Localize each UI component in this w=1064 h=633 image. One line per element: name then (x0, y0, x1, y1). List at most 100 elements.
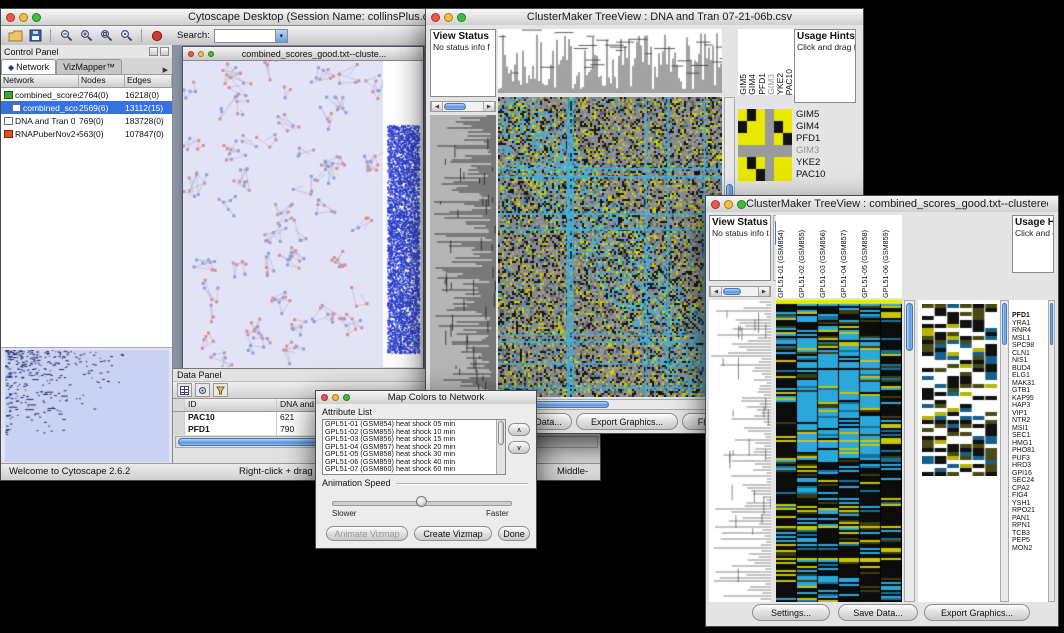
minimize-icon[interactable] (332, 394, 339, 401)
column-edges[interactable]: Edges (125, 75, 172, 87)
scroll-right-icon[interactable]: ▶ (758, 287, 770, 296)
float-panel-icon[interactable] (149, 47, 158, 56)
gene-label[interactable]: GPI16 (1012, 470, 1046, 478)
heatmap-vscrollbar[interactable] (904, 300, 915, 602)
attribute-item[interactable]: GPL51-07 (GSM860) heat shock 60 min (323, 465, 496, 473)
gene-label[interactable]: BUD4 (1012, 365, 1046, 373)
treeview1-titlebar[interactable]: ClusterMaker TreeView : DNA and Tran 07-… (426, 9, 863, 26)
network-view-canvas[interactable] (183, 61, 421, 367)
gene-label[interactable]: MSI1 (1012, 425, 1046, 433)
settings-button[interactable]: Settings... (752, 604, 830, 621)
maximize-icon[interactable] (32, 13, 41, 22)
attribute-list[interactable]: GPL51-01 (GSM854) heat shock 05 minGPL51… (322, 419, 506, 475)
scroll-left-icon[interactable]: ◀ (710, 287, 722, 296)
minimize-icon[interactable] (444, 13, 453, 22)
network-view-titlebar[interactable]: combined_scores_good.txt--cluste... (183, 47, 423, 61)
close-icon[interactable] (711, 200, 720, 209)
network-list-row[interactable]: DNA and Tran 0 769(0) 183728(0) (1, 114, 172, 127)
gene-label[interactable]: TCB3 (1012, 530, 1046, 538)
gene-label[interactable]: PAN1 (1012, 515, 1046, 523)
scrollbar-thumb[interactable] (498, 421, 504, 445)
gene-label[interactable]: PUF3 (1012, 455, 1046, 463)
maximize-icon[interactable] (737, 200, 746, 209)
gene-label[interactable]: HRD3 (1012, 462, 1046, 470)
gene-label[interactable]: MON2 (1012, 545, 1046, 553)
view-status-hscrollbar[interactable]: ◀ ▶ (709, 286, 771, 297)
row-dendrogram[interactable] (430, 115, 496, 397)
save-data-button[interactable]: Save Data... (838, 604, 918, 621)
done-button[interactable]: Done (498, 526, 530, 541)
row-dendrogram[interactable] (709, 300, 771, 602)
gene-label[interactable]: SEC24 (1012, 477, 1046, 485)
gene-label[interactable]: HAP3 (1012, 402, 1046, 410)
export-graphics-button[interactable]: Export Graphics... (924, 604, 1030, 621)
gene-label[interactable]: KAP95 (1012, 395, 1046, 403)
id-column-header[interactable]: ID (185, 399, 277, 411)
correlation-matrix-canvas[interactable] (738, 109, 792, 181)
zoom-in-icon[interactable] (78, 28, 94, 43)
minimize-icon[interactable] (19, 13, 28, 22)
network-overview-thumbnail[interactable] (5, 350, 169, 462)
filter-icon[interactable] (213, 383, 228, 397)
gene-label[interactable]: MAK31 (1012, 380, 1046, 388)
close-icon[interactable] (6, 13, 15, 22)
scroll-left-icon[interactable]: ◀ (431, 102, 443, 111)
column-nodes[interactable]: Nodes (79, 75, 125, 87)
heatmap-canvas[interactable] (776, 300, 902, 602)
gene-label[interactable]: MSL1 (1012, 335, 1046, 343)
function-builder-icon[interactable] (195, 383, 210, 397)
gene-label[interactable]: YRA1 (1012, 320, 1046, 328)
close-panel-icon[interactable] (160, 47, 169, 56)
network-list-row-selected[interactable]: combined_sco 2569(6) 13112(15) (1, 101, 172, 114)
zoom-heatmap-canvas[interactable] (922, 304, 998, 476)
tab-network[interactable]: ◆ Network (1, 59, 56, 74)
tab-vizmapper[interactable]: VizMapper™ (56, 59, 122, 74)
network-list-row[interactable]: RNAPuberNov2+ 563(0) 107847(0) (1, 127, 172, 140)
scroll-right-icon[interactable]: ▶ (483, 102, 495, 111)
open-session-icon[interactable] (7, 28, 23, 43)
scrollbar-thumb[interactable] (723, 288, 741, 295)
annotation-icon[interactable] (149, 28, 165, 43)
zoom-vscrollbar[interactable] (1000, 300, 1009, 602)
column-dendrogram[interactable] (498, 29, 722, 93)
network-list-row[interactable]: combined_scores 2764(0) 16218(0) (1, 88, 172, 101)
column-network[interactable]: Network (1, 75, 79, 87)
gene-label[interactable]: CPA2 (1012, 485, 1046, 493)
scrollbar-track[interactable] (443, 102, 483, 111)
zoom-out-icon[interactable] (58, 28, 74, 43)
zoom-selected-icon[interactable] (118, 28, 134, 43)
gene-label[interactable]: RPN1 (1012, 522, 1046, 530)
maximize-icon[interactable] (457, 13, 466, 22)
gene-label[interactable]: HMG1 (1012, 440, 1046, 448)
select-attributes-icon[interactable] (177, 383, 192, 397)
heatmap-canvas[interactable] (498, 97, 722, 397)
zoom-fit-icon[interactable] (98, 28, 114, 43)
slider-thumb[interactable] (416, 496, 427, 507)
gene-label[interactable]: RPO21 (1012, 507, 1046, 515)
close-icon[interactable] (188, 51, 194, 57)
scrollbar-thumb[interactable] (444, 103, 466, 110)
gene-label[interactable]: VIP1 (1012, 410, 1046, 418)
scrollbar-thumb[interactable] (906, 303, 913, 351)
gene-label[interactable]: CLN1 (1012, 350, 1046, 358)
minimize-icon[interactable] (724, 200, 733, 209)
view-status-hscrollbar[interactable]: ◀ ▶ (430, 101, 496, 112)
gene-label[interactable]: RNR4 (1012, 327, 1046, 335)
save-session-icon[interactable] (27, 28, 43, 43)
move-up-button[interactable]: ∧ (508, 423, 530, 436)
minimize-icon[interactable] (198, 51, 204, 57)
close-icon[interactable] (431, 13, 440, 22)
animate-vizmap-button[interactable]: Animate Vizmap (326, 526, 408, 541)
search-input[interactable]: ▾ (214, 29, 288, 43)
move-down-button[interactable]: ∨ (508, 441, 530, 454)
scrollbar-track[interactable] (722, 287, 758, 296)
gene-label[interactable]: PEP5 (1012, 537, 1046, 545)
create-vizmap-button[interactable]: Create Vizmap (414, 526, 492, 541)
gene-label[interactable]: PFD1 (1012, 312, 1046, 320)
animation-speed-slider[interactable] (332, 496, 512, 508)
treeview2-titlebar[interactable]: ClusterMaker TreeView : combined_scores_… (706, 196, 1058, 213)
scrollbar-thumb[interactable] (1050, 303, 1053, 345)
gene-label[interactable]: SPC98 (1012, 342, 1046, 350)
network-tree-area[interactable] (1, 140, 172, 348)
export-graphics-button[interactable]: Export Graphics... (576, 413, 678, 430)
